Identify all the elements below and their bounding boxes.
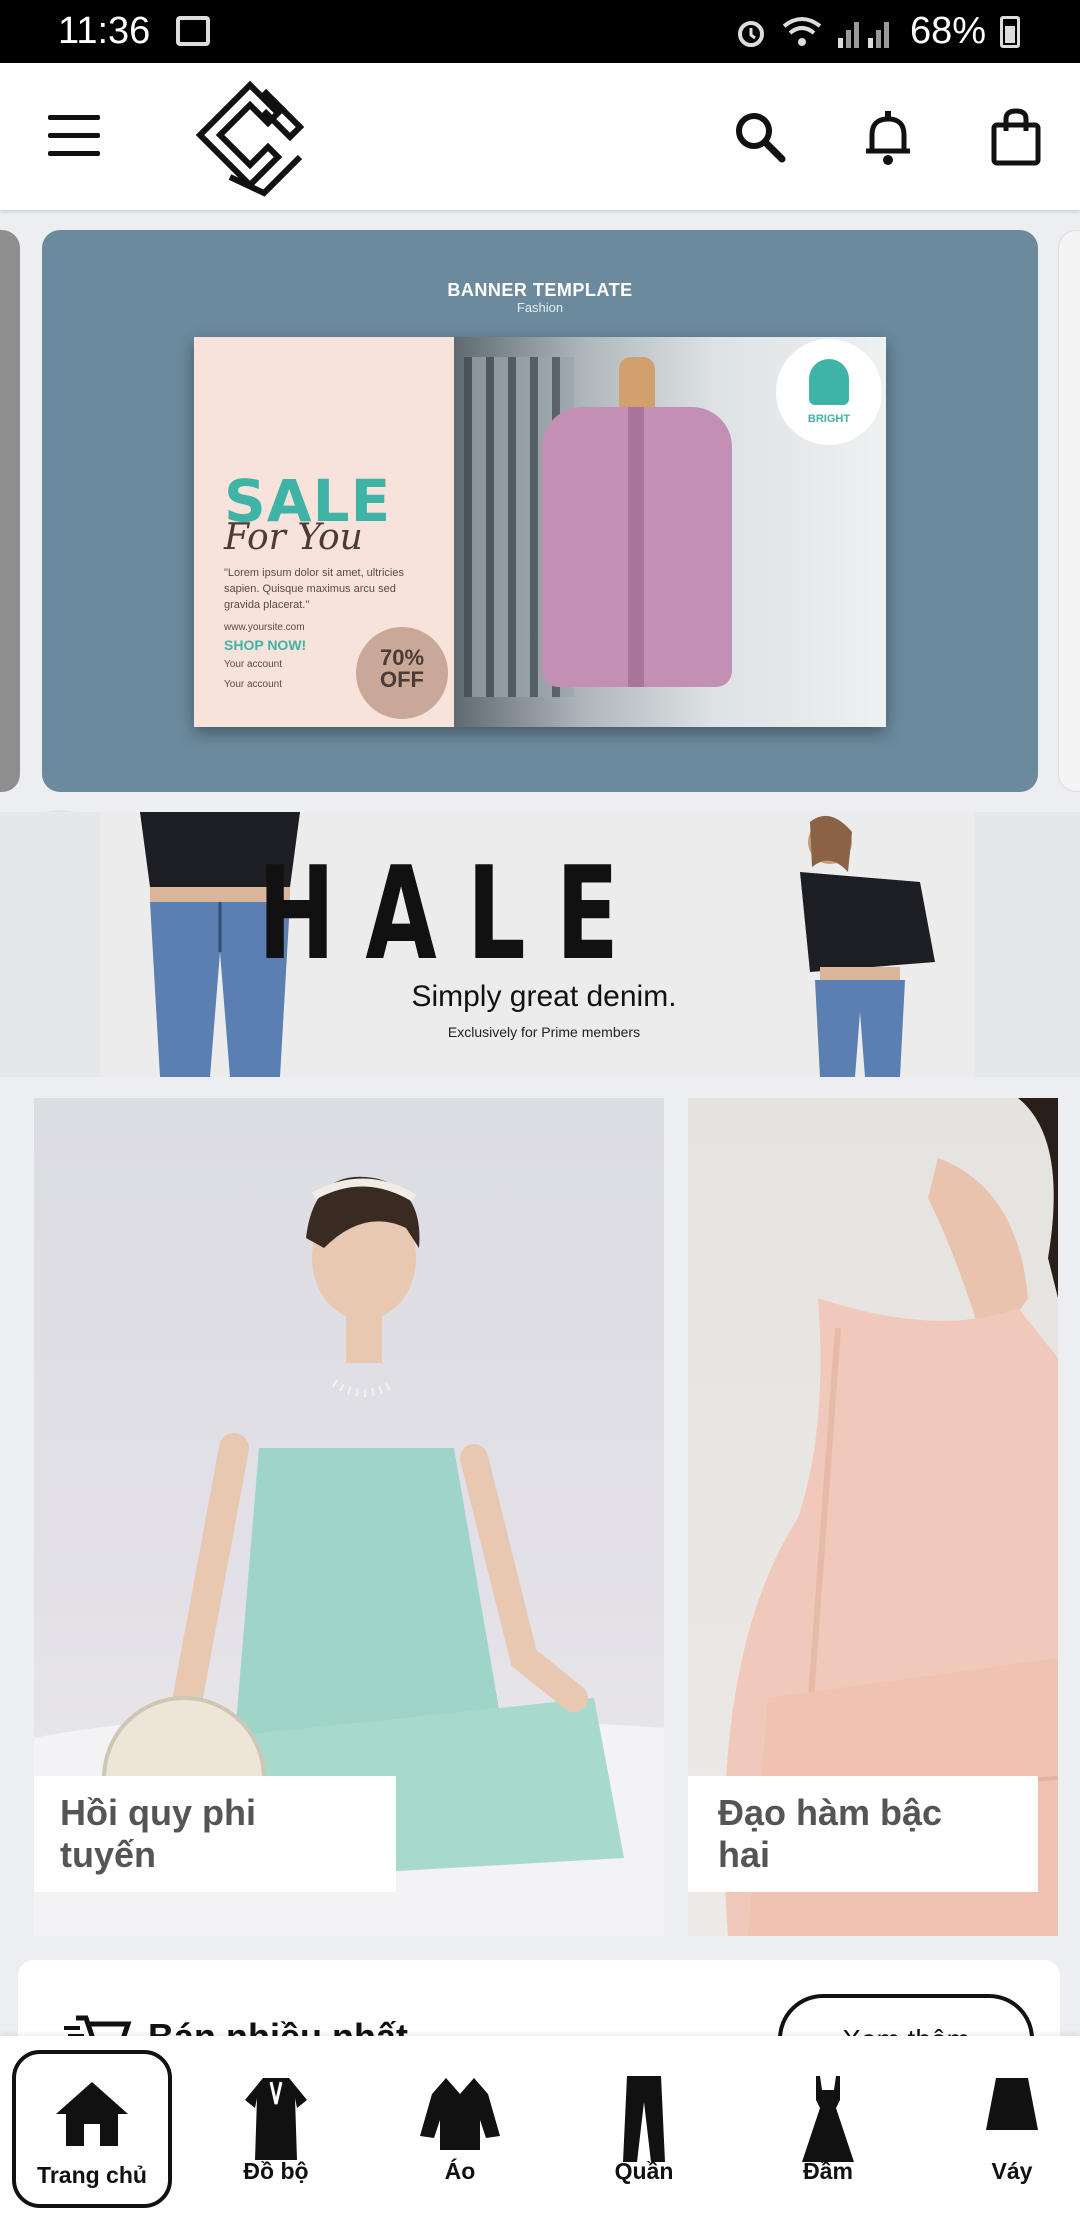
nav-tab-home[interactable]: Trang chủ	[12, 2050, 172, 2208]
category-cards: Hồi quy phi tuyến Đạo hàm bậc hai	[0, 1080, 1080, 1940]
dress-icon	[802, 2076, 854, 2162]
category-label: Hồi quy phi tuyến	[34, 1776, 396, 1892]
outfit-icon	[245, 2078, 307, 2160]
banner-title: BANNER TEMPLATE	[447, 280, 633, 300]
menu-icon[interactable]	[48, 115, 100, 157]
promo-banner[interactable]: BANNER TEMPLATE Fashion BRIGHT SALE For …	[42, 230, 1038, 792]
promo-carousel[interactable]: BANNER TEMPLATE Fashion BRIGHT SALE For …	[0, 230, 1080, 922]
nav-label: Trang chủ	[37, 2162, 147, 2188]
nav-tab-pants[interactable]: Quần	[564, 2050, 724, 2208]
brand-badge: BRIGHT	[776, 339, 882, 445]
category-card[interactable]: Đạo hàm bậc hai	[688, 1098, 1058, 1936]
battery-icon	[1000, 15, 1020, 48]
nav-tab-skirt[interactable]: Váy	[932, 2050, 1080, 2208]
discount-badge: 70% OFF	[356, 627, 448, 719]
app-bar	[0, 63, 1080, 210]
banner-subtitle: Fashion	[516, 300, 564, 315]
category-card[interactable]: Hồi quy phi tuyến	[34, 1098, 664, 1936]
account-line: Your account	[224, 659, 283, 670]
status-bar: 11:36 68%	[0, 0, 1080, 63]
sale-subheading: For You	[224, 517, 363, 558]
status-time: 11:36	[58, 10, 151, 52]
shop-now-label: SHOP NOW!	[224, 637, 307, 653]
nav-tab-shirt[interactable]: Áo	[380, 2050, 540, 2208]
wifi-icon	[782, 16, 822, 46]
battery-percent: 68%	[909, 10, 986, 52]
account-line: Your account	[224, 679, 283, 690]
pants-icon	[623, 2076, 665, 2162]
notification-bell-icon[interactable]	[858, 107, 918, 167]
category-label: Đạo hàm bậc hai	[688, 1776, 1038, 1892]
hale-banner[interactable]: HALE Simply great denim. Exclusively for…	[0, 812, 1080, 1077]
brand-logo[interactable]	[190, 81, 310, 197]
model-image-right	[800, 815, 935, 1077]
skirt-icon	[986, 2078, 1038, 2130]
nav-label: Đồ bộ	[243, 2158, 309, 2184]
sale-description: "Lorem ipsum dolor sit amet, ultricies s…	[224, 567, 404, 611]
signal-icon	[837, 21, 889, 48]
jacket-image	[542, 407, 732, 687]
gallery-icon	[176, 16, 210, 46]
nav-tab-outfit[interactable]: Đồ bộ	[196, 2050, 356, 2208]
sale-poster: BRIGHT SALE For You "Lorem ipsum dolor s…	[194, 337, 886, 727]
nav-label: Đầm	[803, 2158, 853, 2184]
shopping-bag-icon[interactable]	[986, 107, 1046, 167]
nav-label: Váy	[991, 2158, 1033, 2184]
bottom-navigation: Trang chủ Đồ bộ Áo Quần Đầm Váy	[0, 2036, 1080, 2220]
hale-logo: HALE	[258, 840, 650, 989]
nav-label: Áo	[444, 2158, 476, 2184]
home-icon	[56, 2082, 128, 2146]
carousel-next-slide[interactable]	[1058, 230, 1080, 792]
sale-url: www.yoursite.com	[224, 622, 305, 633]
carousel-prev-slide[interactable]	[0, 230, 20, 792]
nav-tab-dress[interactable]: Đầm	[748, 2050, 908, 2208]
alarm-icon	[737, 20, 764, 47]
search-icon[interactable]	[730, 107, 790, 167]
nav-label: Quần	[614, 2158, 674, 2184]
shirt-icon	[420, 2078, 500, 2150]
